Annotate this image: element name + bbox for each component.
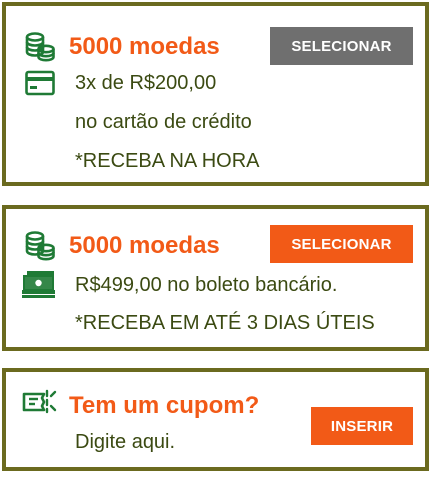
- offer-line-price: R$499,00 no boleto bancário.: [75, 274, 338, 296]
- offer-title: 5000 moedas: [69, 232, 220, 259]
- insert-coupon-button[interactable]: INSERIR: [311, 407, 413, 445]
- cash-bills-icon: [21, 269, 57, 304]
- offer-card-boleto: 5000 moedas SELECIONAR R$499,00 no bolet…: [2, 205, 429, 351]
- offer-line-installments: 3x de R$200,00: [75, 72, 217, 94]
- ticket-icon: [21, 388, 57, 419]
- offer-line-delivery: *RECEBA EM ATÉ 3 DIAS ÚTEIS: [75, 312, 375, 334]
- coins-stack-icon: [24, 229, 56, 266]
- offer-card-credit: 5000 moedas SELECIONAR 3x de R$200,00 no…: [2, 2, 429, 186]
- offer-line-delivery: *RECEBA NA HORA: [75, 150, 260, 172]
- coupon-subtitle[interactable]: Digite aqui.: [75, 430, 175, 454]
- offer-title: 5000 moedas: [69, 33, 220, 60]
- credit-card-icon: [25, 70, 55, 101]
- coins-stack-icon: [24, 30, 56, 67]
- coupon-card: Tem um cupom? Digite aqui. INSERIR: [2, 368, 429, 471]
- coupon-title: Tem um cupom?: [69, 392, 260, 419]
- offer-line-method: no cartão de crédito: [75, 111, 252, 133]
- select-button[interactable]: SELECIONAR: [270, 225, 413, 263]
- select-button[interactable]: SELECIONAR: [270, 27, 413, 65]
